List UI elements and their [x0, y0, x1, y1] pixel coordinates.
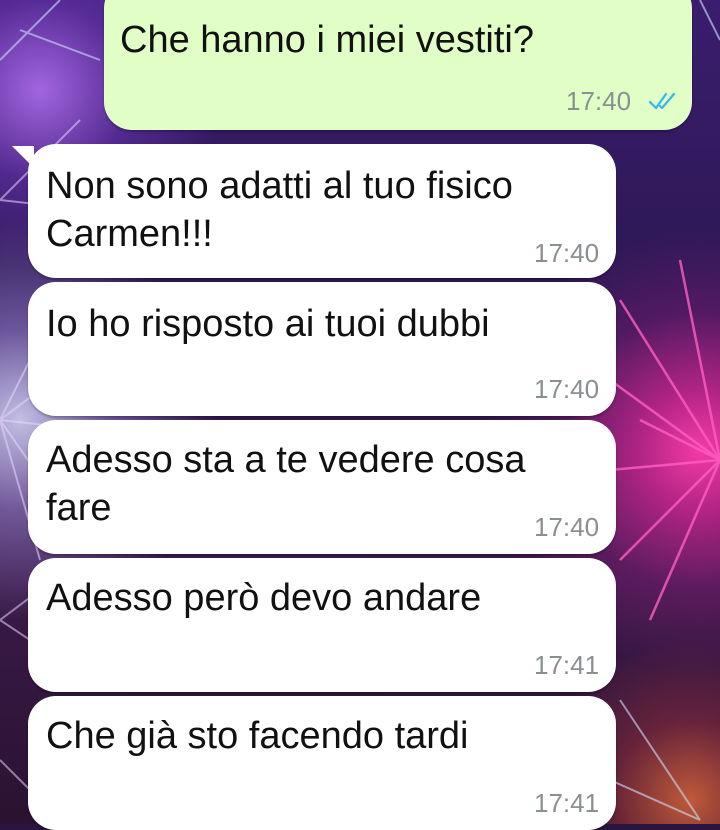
- message-bubble-incoming[interactable]: Adesso sta a te vedere cosa fare 17:40: [28, 420, 616, 554]
- message-bubble-incoming[interactable]: Io ho risposto ai tuoi dubbi 17:40: [28, 282, 616, 416]
- message-text: Non sono adatti al tuo fisico Carmen!!!: [46, 165, 513, 255]
- message-time: 17:40: [566, 86, 632, 116]
- message-bubble-incoming[interactable]: Adesso però devo andare 17:41: [28, 558, 616, 692]
- message-text: Che già sto facendo tardi: [46, 715, 469, 757]
- message-text: Adesso però devo andare: [46, 577, 482, 619]
- message-time: 17:40: [534, 374, 600, 404]
- message-time: 17:41: [534, 650, 600, 680]
- message-time: 17:40: [534, 512, 600, 542]
- message-time: 17:41: [534, 788, 600, 818]
- message-bubble-incoming[interactable]: Che già sto facendo tardi 17:41: [28, 696, 616, 830]
- double-check-icon: [648, 92, 676, 110]
- message-bubble-outgoing[interactable]: Che hanno i miei vestiti? 17:40: [104, 0, 692, 130]
- message-text: Io ho risposto ai tuoi dubbi: [46, 303, 490, 345]
- message-text: Che hanno i miei vestiti?: [120, 19, 534, 61]
- message-bubble-incoming[interactable]: Non sono adatti al tuo fisico Carmen!!! …: [28, 144, 616, 278]
- message-time: 17:40: [534, 238, 600, 268]
- message-text: Adesso sta a te vedere cosa fare: [46, 439, 526, 529]
